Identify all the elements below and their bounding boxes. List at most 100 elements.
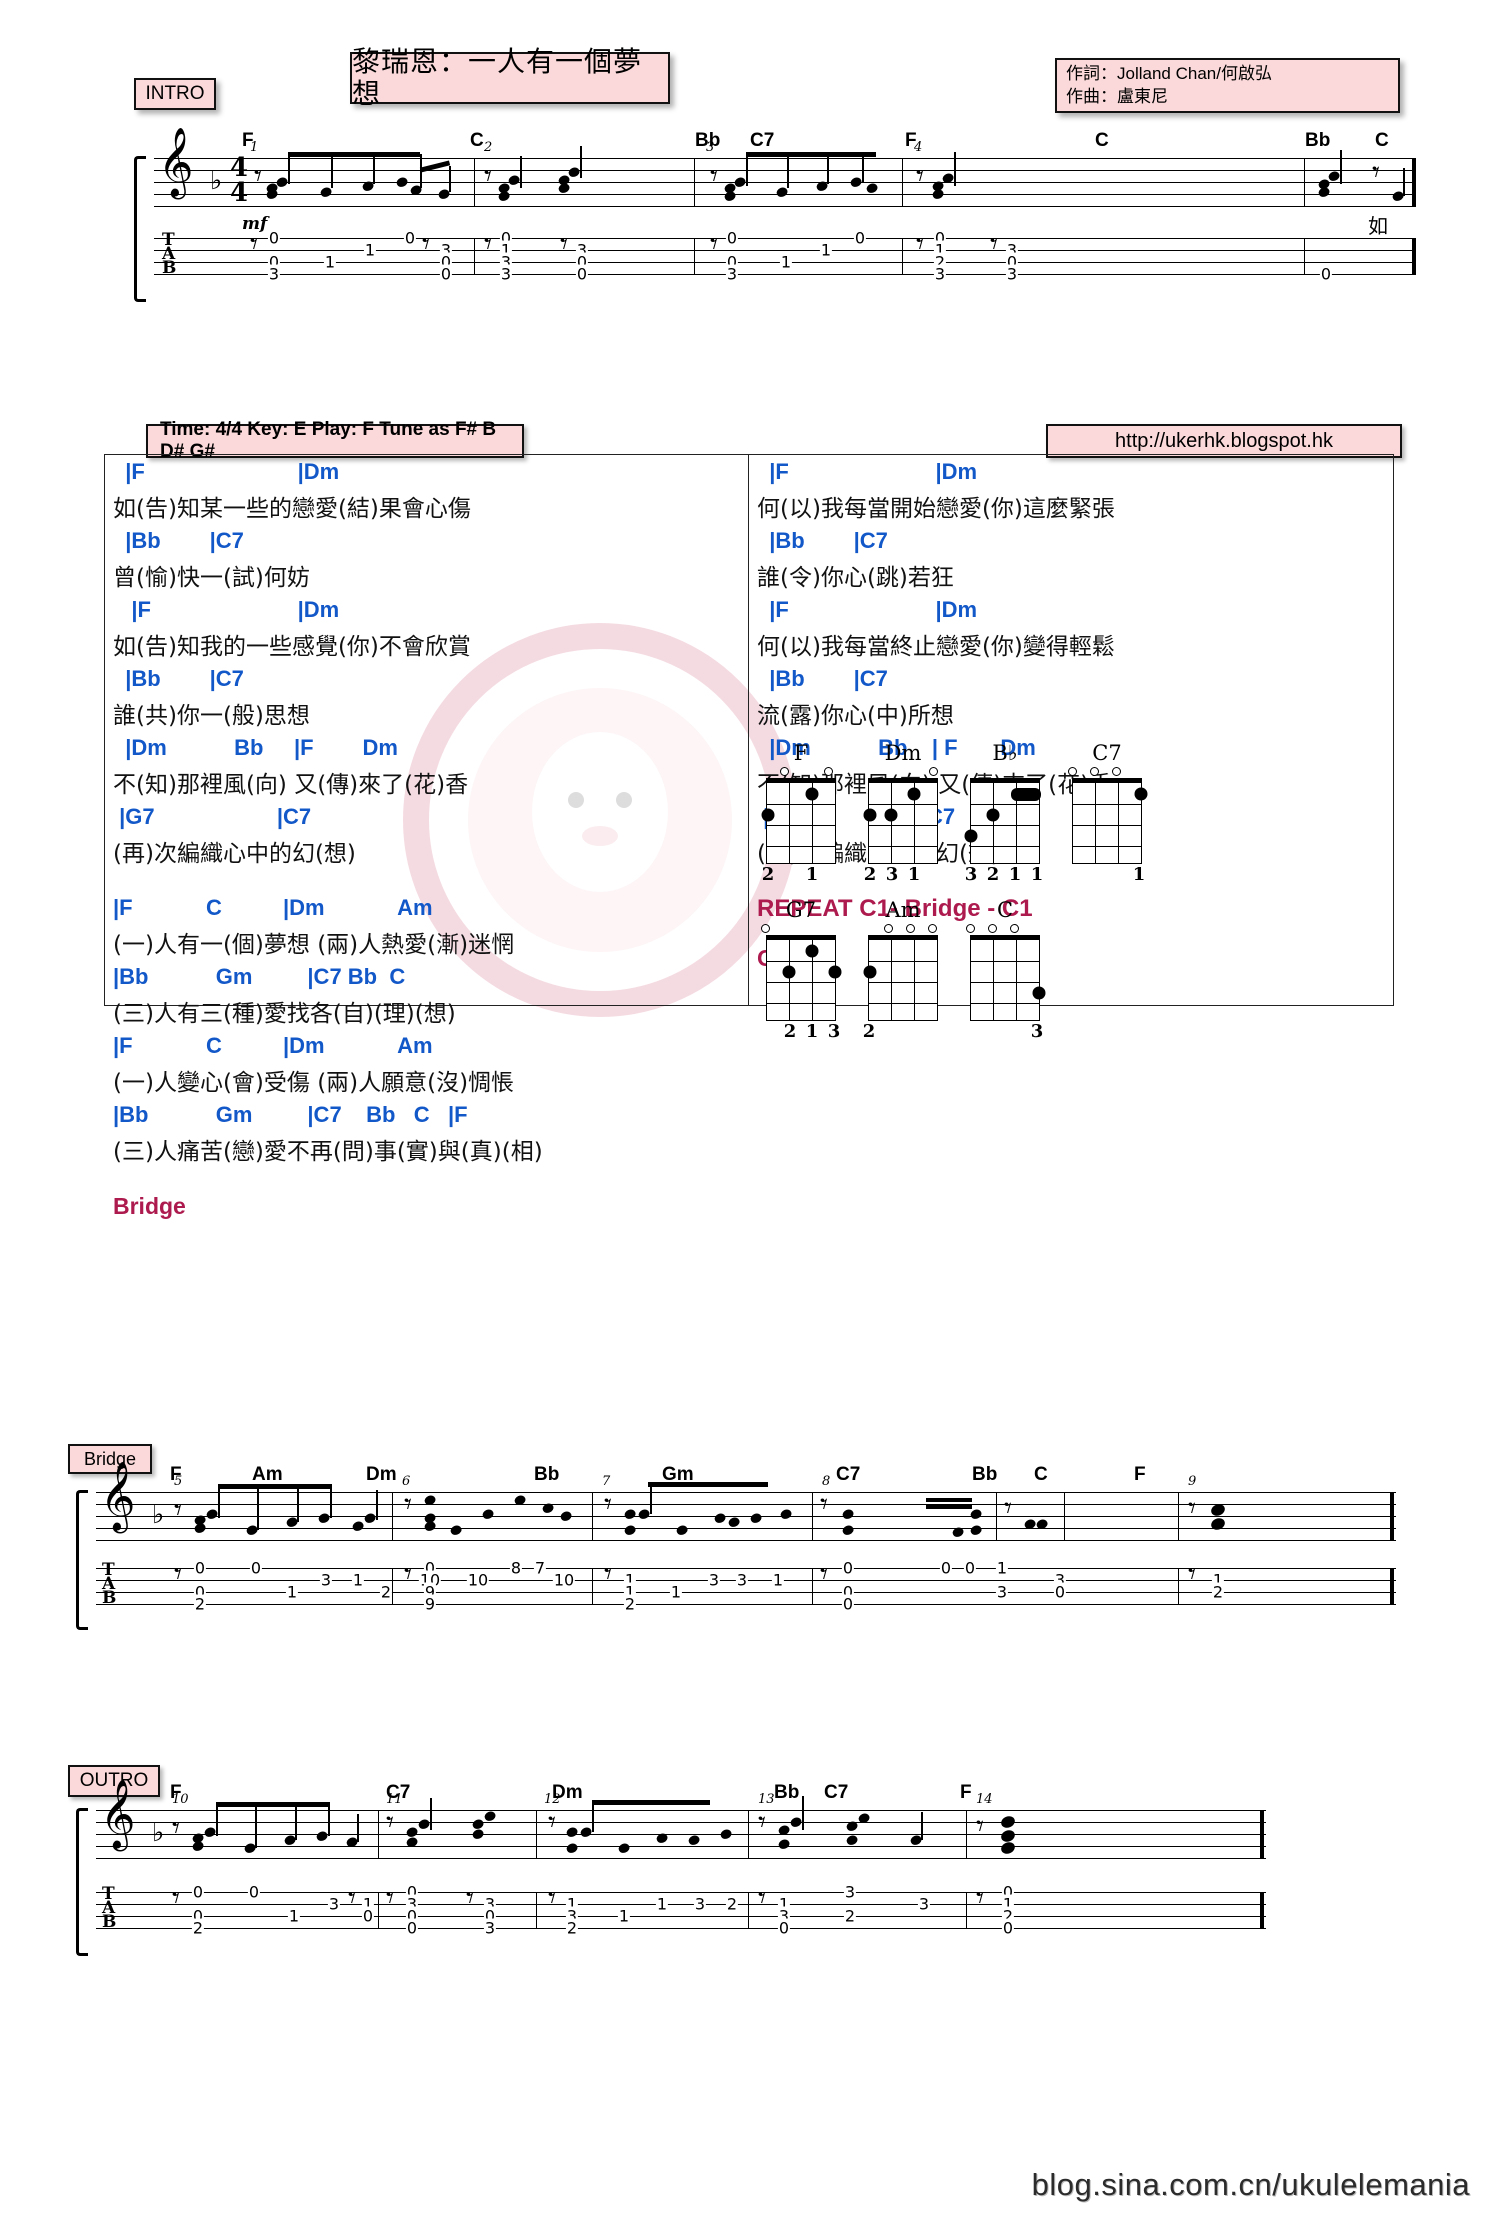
- chord-diagram-am: Am 2: [862, 898, 941, 1043]
- tab-number: 2: [623, 1594, 637, 1614]
- sheet-music-page: INTRO 黎瑞恩：一人有一個夢想 作詞：Jolland Chan/何啟弘 作曲…: [0, 0, 1500, 2227]
- credits-box: 作詞：Jolland Chan/何啟弘 作曲：盧東尼: [1055, 58, 1400, 113]
- fretboard-grid: [1072, 778, 1148, 864]
- rest: 𝄾: [484, 159, 492, 194]
- lyric-line: 不(知)那裡風(向) 又(傳)來了(花)香: [113, 772, 469, 798]
- staff-lines: [96, 1810, 1266, 1860]
- staff-lines: [154, 158, 1416, 208]
- chord-name: Bb: [972, 1464, 998, 1485]
- rest: 𝄾: [1188, 1557, 1196, 1592]
- measure-number: 9: [1188, 1474, 1197, 1489]
- finger-numbers: 213: [783, 1021, 841, 1042]
- tab-number: 0: [439, 264, 453, 284]
- tab-number: 2: [843, 1906, 857, 1926]
- tab-number: 1: [617, 1906, 631, 1926]
- chord-diagram-c: C 3: [966, 898, 1046, 1043]
- stem: [331, 154, 333, 188]
- tab-number: 0: [191, 1882, 205, 1902]
- barline: [474, 158, 476, 206]
- open-string-marker-icon: [928, 924, 937, 933]
- time-signature: 44: [230, 153, 249, 208]
- tab-number: 1: [323, 252, 337, 272]
- open-string-marker-icon: [906, 924, 915, 933]
- chord-line: |Bb |C7: [757, 666, 888, 691]
- chord-name: F: [960, 1782, 972, 1803]
- beam: [216, 1802, 328, 1807]
- rest: 𝄾: [560, 227, 568, 262]
- barline: [1304, 158, 1306, 206]
- staff-lines: [96, 1492, 1396, 1542]
- tab-number: 3: [843, 1882, 857, 1902]
- stem: [218, 1486, 220, 1518]
- chord-diagram-row: G7 213 Am 2 C 3: [761, 898, 1363, 1043]
- lyric-line: (三)人痛苦(戀)愛不再(問)事(實)與(真)(相): [113, 1139, 543, 1165]
- beam: [648, 1482, 768, 1487]
- chord-name: F: [1134, 1464, 1146, 1485]
- rest: 𝄾: [484, 227, 492, 262]
- finger-dot: [1134, 787, 1148, 801]
- fretboard-grid: [766, 935, 842, 1021]
- rest: 𝄾: [1188, 1491, 1196, 1526]
- site-url-box[interactable]: http://ukerhk.blogspot.hk: [1046, 424, 1402, 458]
- tab-number: 2: [379, 1582, 393, 1602]
- tab-number: 1: [287, 1906, 301, 1926]
- finger-dot: [805, 787, 819, 801]
- system-brace: [134, 156, 146, 302]
- tab-number: 1: [655, 1894, 669, 1914]
- stem: [520, 156, 522, 188]
- tab-number: 3: [693, 1894, 707, 1914]
- tab-number: 0: [1001, 1918, 1015, 1938]
- barline: [592, 1492, 594, 1540]
- rest: 𝄾: [1004, 1491, 1012, 1526]
- rest: 𝄾: [976, 1809, 984, 1844]
- tab-number: 3: [995, 1582, 1009, 1602]
- tab-number: 0: [249, 1558, 263, 1578]
- tab-barline: [748, 1892, 750, 1928]
- tab-number: 0: [193, 1558, 207, 1578]
- key-signature-flat: ♭: [210, 166, 223, 196]
- tab-number: 0: [575, 264, 589, 284]
- open-strings: [967, 766, 1043, 778]
- notation-staff: 𝄞 ♭ 44 1 2 3 4 𝄾 𝄾 𝄾 𝄾 𝄾: [154, 132, 1416, 208]
- tab-number: 1: [669, 1582, 683, 1602]
- stem: [430, 1798, 432, 1830]
- chord-name: Bb: [774, 1782, 800, 1803]
- finger-numbers: 2: [862, 1021, 876, 1042]
- stem: [1403, 168, 1405, 196]
- tab-barline: [474, 238, 476, 274]
- lyric-line: 如(告)知我的一些感覺(你)不會欣賞: [113, 634, 471, 660]
- open-strings: [763, 766, 839, 778]
- chord-line: |F C |Dm Am: [113, 895, 433, 920]
- tab-number: 3: [725, 264, 739, 284]
- stem: [650, 1482, 652, 1514]
- fretboard-grid: [863, 935, 938, 1021]
- tab-barline: [392, 1568, 394, 1604]
- measure-number: 3: [706, 140, 715, 155]
- rest: 𝄾: [990, 227, 998, 262]
- chord-line: |G7 |C7: [113, 804, 312, 829]
- notation-staff: 𝄞 ♭ 10 11 12 13 14 𝄾 𝄾 𝄾 𝄾 𝄾: [96, 1784, 1266, 1860]
- barline: [996, 1492, 998, 1540]
- chord-line: |F |Dm: [113, 597, 340, 622]
- tab-number: 1: [779, 252, 793, 272]
- barline: [902, 158, 904, 206]
- chord-diagram-f: F 21: [761, 741, 839, 886]
- chord-line: |Bb |C7: [113, 528, 244, 553]
- tab-barline: [902, 238, 904, 274]
- chord-diagram-name: C: [996, 898, 1014, 922]
- chord-line: |F C |Dm Am: [113, 1033, 433, 1058]
- chord-name: Dm: [366, 1464, 397, 1485]
- finger-numbers: 21: [761, 864, 819, 885]
- chord-line: |Bb Gm |C7 Bb C |F: [113, 1102, 468, 1127]
- fretboard-grid: [970, 935, 1046, 1021]
- tab-number: 0: [1319, 264, 1333, 284]
- chord-diagram-grid: F 21 Dm 2 3 1 B♭ 3 2 1 1 C7 1 G7 2 1 3 A…: [761, 741, 1363, 1055]
- tab-number: 1: [819, 240, 833, 260]
- barline: [392, 1492, 394, 1540]
- tab-number: 1: [285, 1582, 299, 1602]
- chord-line: |Bb |C7: [757, 528, 888, 553]
- rest: 𝄾: [916, 227, 924, 262]
- tab-letter: B: [102, 1588, 116, 1608]
- rest: 𝄾: [916, 159, 924, 194]
- final-barline: [1260, 1810, 1264, 1858]
